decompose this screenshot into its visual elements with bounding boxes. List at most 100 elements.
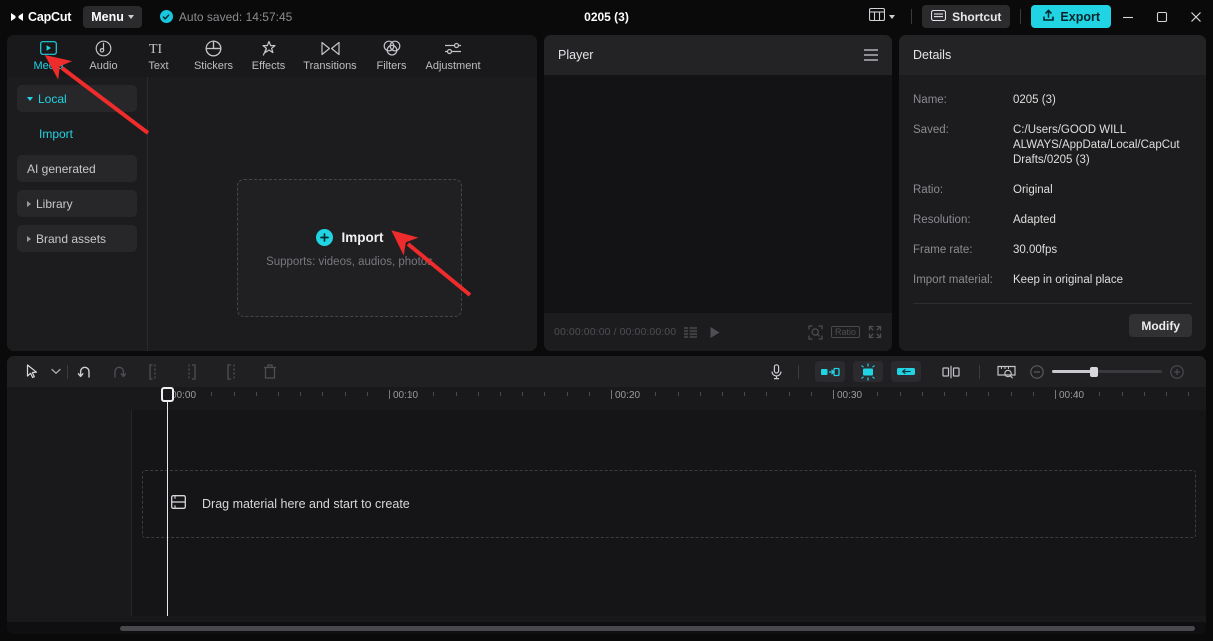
ruler-tick — [233, 392, 235, 396]
ruler-tick — [744, 392, 746, 396]
zoom-in-icon[interactable] — [1162, 364, 1192, 379]
details-row-framerate: Frame rate: 30.00fps — [913, 243, 1192, 258]
keyframe-icon[interactable] — [933, 365, 969, 379]
transitions-icon — [320, 39, 340, 57]
sidebar-item-local-label: Local — [38, 91, 67, 106]
ruler-tick — [1166, 392, 1167, 396]
import-subtitle: Supports: videos, audios, photos — [266, 255, 433, 268]
ruler-tick — [366, 392, 368, 396]
magnifier-crop-icon[interactable] — [808, 324, 823, 340]
sidebar-item-library[interactable]: Library — [17, 190, 137, 217]
redo-icon[interactable] — [102, 365, 136, 379]
timeline-scrollbar-thumb[interactable] — [120, 626, 1195, 631]
modify-button[interactable]: Modify — [1129, 314, 1192, 337]
tab-adjustment-label: Adjustment — [425, 60, 481, 72]
maximize-button[interactable] — [1145, 0, 1179, 33]
svg-text:TI: TI — [149, 42, 163, 56]
ruler-major-tick — [389, 390, 390, 399]
details-row-name: Name: 0205 (3) — [913, 93, 1192, 108]
check-icon — [159, 10, 173, 23]
ruler-major-tick — [833, 390, 834, 399]
chevron-right-icon — [27, 200, 31, 207]
zoom-out-icon[interactable] — [1022, 364, 1052, 379]
tab-filters-label: Filters — [376, 60, 407, 72]
ruler-tick — [566, 392, 568, 396]
capcut-window: CapCut Menu Auto saved: 14:57:45 0205 (3… — [0, 0, 1213, 641]
ruler-tool-icon[interactable] — [990, 364, 1022, 379]
mirror-icon[interactable] — [815, 361, 845, 382]
details-row-saved: Saved: C:/Users/GOOD WILL ALWAYS/AppData… — [913, 123, 1192, 168]
film-strip-icon — [171, 494, 186, 514]
menu-button[interactable]: Menu — [83, 5, 142, 28]
divider — [131, 410, 132, 616]
empty-track-dropzone[interactable]: Drag material here and start to create — [142, 470, 1196, 538]
details-value: Original — [1013, 184, 1053, 196]
fullscreen-icon[interactable] — [868, 325, 882, 339]
app-name: CapCut — [28, 9, 72, 24]
close-button[interactable] — [1179, 0, 1213, 33]
sticker-icon — [205, 39, 222, 57]
zoom-slider-knob[interactable] — [1090, 366, 1098, 377]
import-dropzone[interactable]: Import Supports: videos, audios, photos — [237, 179, 462, 317]
ruler-tick — [988, 392, 990, 396]
chevron-down-icon[interactable] — [45, 368, 67, 375]
sidebar-item-brand-assets[interactable]: Brand assets — [17, 225, 137, 252]
tab-media[interactable]: Media — [21, 35, 76, 72]
ruler-tick — [1121, 392, 1123, 396]
ruler-tick — [255, 392, 257, 396]
ratio-button[interactable]: Ratio — [830, 326, 860, 338]
delete-icon[interactable] — [250, 364, 290, 379]
export-button[interactable]: Export — [1031, 5, 1111, 28]
freeze-icon[interactable] — [853, 361, 883, 382]
sidebar-item-local[interactable]: Local — [17, 85, 137, 112]
tab-stickers[interactable]: Stickers — [186, 35, 241, 72]
autosave-text: Auto saved: 14:57:45 — [178, 9, 293, 24]
sidebar-item-import[interactable]: Import — [17, 120, 137, 147]
titlebar-right-controls: Shortcut Export — [863, 0, 1213, 33]
ruler-label: 00:20 — [615, 390, 641, 401]
ruler-tick — [766, 392, 768, 396]
minimize-button[interactable] — [1111, 0, 1145, 33]
undo-icon[interactable] — [68, 365, 102, 379]
sidebar-item-ai-generated-label: AI generated — [27, 161, 96, 176]
trim-right-icon[interactable] — [212, 363, 250, 380]
microphone-icon[interactable] — [754, 363, 798, 380]
play-icon[interactable] — [709, 326, 721, 339]
sidebar-item-ai-generated[interactable]: AI generated — [17, 155, 137, 182]
tab-transitions[interactable]: Transitions — [296, 35, 364, 72]
shortcut-button[interactable]: Shortcut — [922, 5, 1011, 28]
split-icon[interactable] — [136, 363, 174, 380]
ruler-label: 00:40 — [1059, 390, 1085, 401]
ruler-tick — [344, 392, 346, 396]
sidebar-item-import-label: Import — [39, 126, 74, 141]
player-time-display: 00:00:00:00 / 00:00:00:00 — [554, 326, 677, 338]
details-value: 30.00fps — [1013, 244, 1058, 256]
tab-text[interactable]: TI Text — [131, 35, 186, 73]
effects-sparkle-icon — [260, 39, 278, 57]
trim-left-icon[interactable] — [174, 363, 212, 380]
tab-effects[interactable]: Effects — [241, 35, 296, 72]
timeline-scrollbar-track[interactable] — [7, 622, 1206, 634]
select-cursor-icon[interactable] — [19, 364, 45, 379]
tab-adjustment[interactable]: Adjustment — [419, 35, 487, 72]
tab-audio[interactable]: Audio — [76, 35, 131, 72]
details-row-import-material: Import material: Keep in original place — [913, 273, 1192, 288]
timeline-ruler[interactable]: 00:00 00:10 00:20 00:30 00:40 — [7, 387, 1206, 410]
playhead-handle[interactable] — [161, 387, 174, 402]
plus-icon — [315, 228, 333, 246]
layout-button[interactable] — [863, 5, 901, 29]
details-row-resolution: Resolution: Adapted — [913, 213, 1192, 228]
details-panel: Details Name: 0205 (3) Saved: C:/Users/G… — [899, 35, 1206, 351]
playhead-line — [167, 387, 168, 616]
hamburger-icon[interactable] — [864, 49, 878, 61]
player-preview-stage[interactable] — [544, 75, 892, 313]
list-icon[interactable] — [684, 326, 698, 338]
tab-filters[interactable]: Filters — [364, 35, 419, 72]
details-value: Adapted — [1013, 214, 1056, 226]
reverse-icon[interactable] — [891, 361, 921, 382]
ruler-tick — [699, 392, 701, 396]
track-gutter — [7, 410, 132, 616]
ruler-label: 00:10 — [393, 390, 419, 401]
zoom-slider[interactable] — [1052, 366, 1162, 377]
details-key: Import material: — [913, 274, 993, 286]
